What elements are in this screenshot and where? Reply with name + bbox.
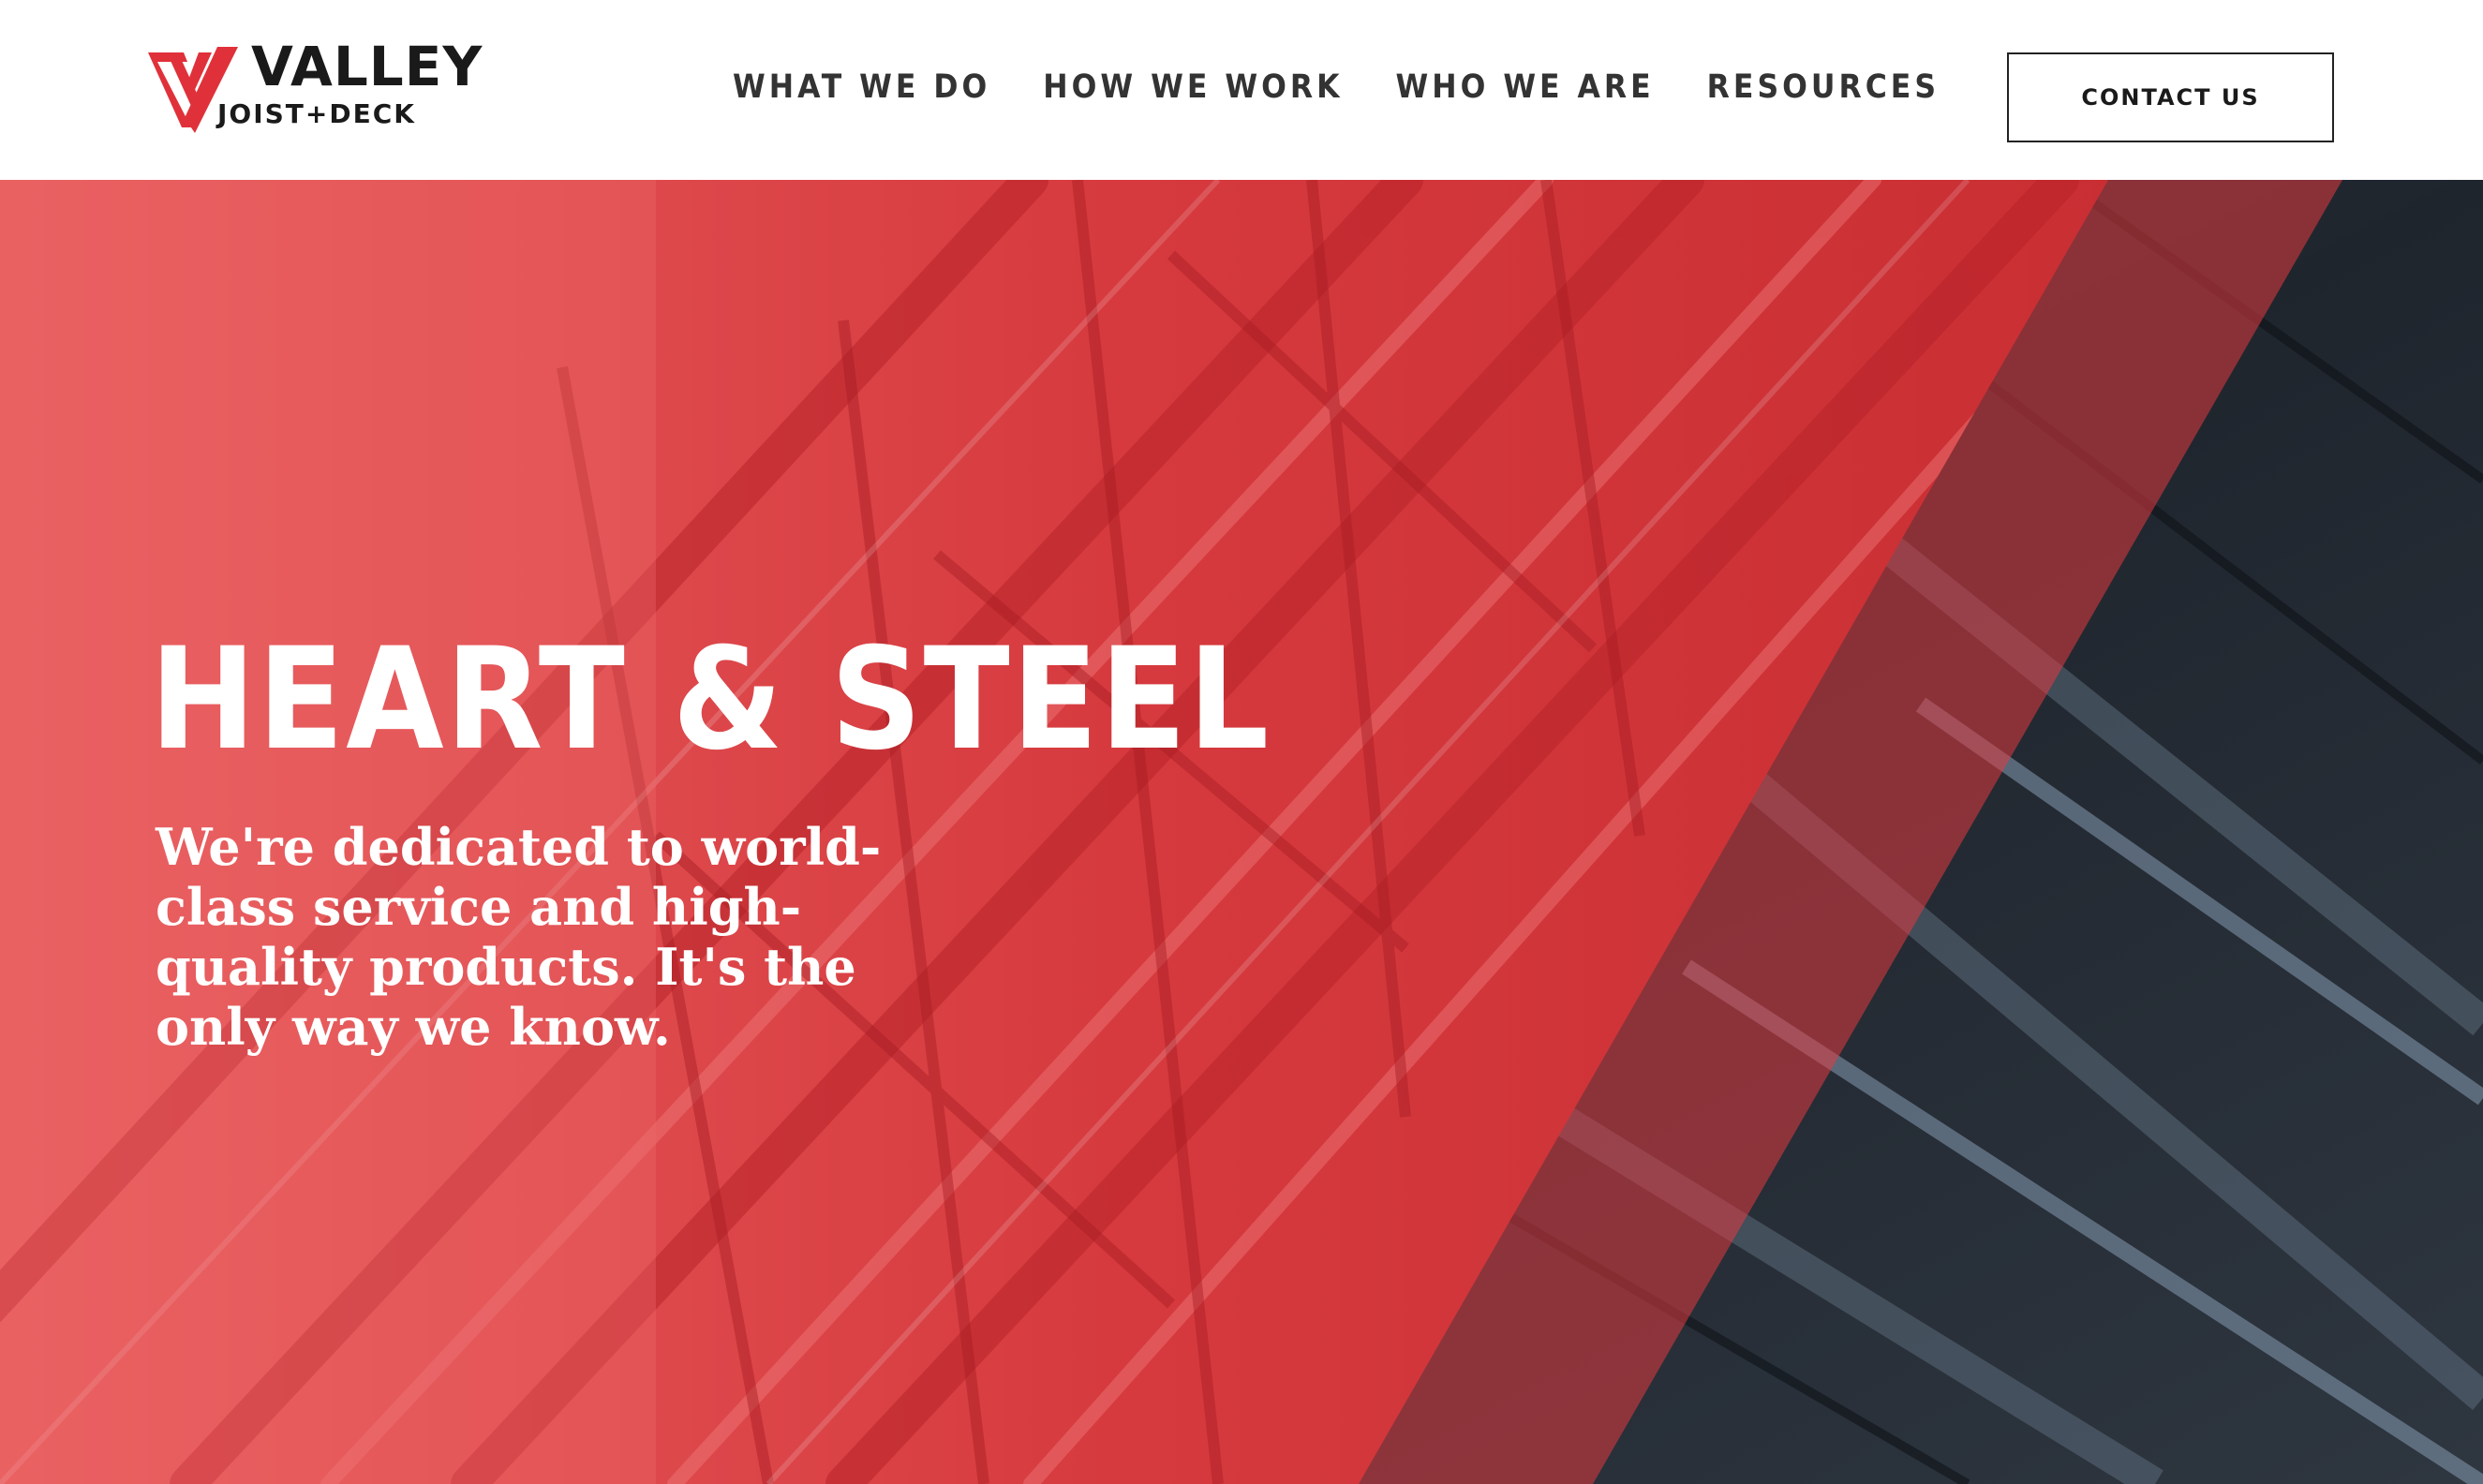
contact-us-button[interactable]: CONTACT US [2007, 52, 2334, 142]
nav-item-resources[interactable]: RESOURCES [1707, 71, 1940, 104]
hero-description: We're dedicated to world-class service a… [156, 817, 882, 1057]
hero-section: HEART & STEEL We're dedicated to world-c… [0, 180, 2483, 1484]
hero-title: HEART & STEEL [150, 618, 1271, 781]
nav-item-how-we-work[interactable]: HOW WE WORK [1043, 71, 1343, 104]
nav-item-who-we-are[interactable]: WHO WE ARE [1396, 71, 1655, 104]
main-nav: WHAT WE DO HOW WE WORK WHO WE ARE RESOUR… [733, 71, 1940, 104]
logo-tagline: JOIST+DECK [217, 98, 416, 129]
page: VALLEY JOIST+DECK WHAT WE DO HOW WE WORK… [0, 0, 2483, 1484]
site-header: VALLEY JOIST+DECK WHAT WE DO HOW WE WORK… [0, 0, 2483, 180]
logo-link[interactable]: VALLEY JOIST+DECK [146, 39, 483, 135]
logo-wordmark: VALLEY [251, 35, 483, 98]
nav-item-what-we-do[interactable]: WHAT WE DO [733, 71, 990, 104]
